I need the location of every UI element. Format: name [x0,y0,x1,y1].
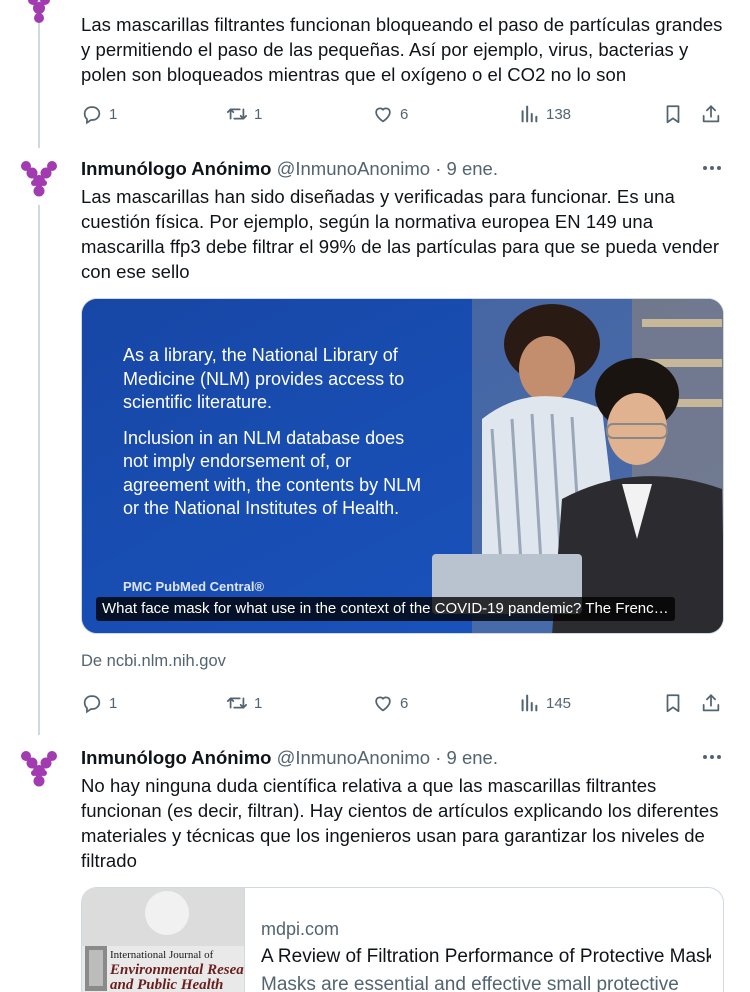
like-button[interactable]: 6 [372,689,408,717]
tweet-time[interactable]: · 9 ene. [435,747,498,768]
retweet-button[interactable]: 1 [226,689,262,717]
reply-count: 1 [109,694,118,712]
tweet-text: Las mascarillas filtrantes funcionan blo… [81,14,723,85]
bookmark-icon [666,694,680,713]
bookmark-button[interactable] [662,689,684,717]
link-card-caption: What face mask for what use in the conte… [96,597,675,621]
link-description: Masks are essential and effective small … [261,974,679,992]
journal-name: and Public Health [110,977,224,992]
author-handle[interactable]: @InmunoAnonimo [277,158,431,179]
card-image-text: As a library, the National Library of Me… [123,345,405,412]
tweet-header: Inmunólogo Anónimo @InmunoAnonimo · 9 en… [81,157,498,181]
link-domain: mdpi.com [261,919,340,939]
more-options-icon[interactable] [700,156,724,180]
views-count: 145 [546,694,572,712]
like-count: 6 [400,105,409,123]
tweet-time[interactable]: · 9 ene. [435,158,498,179]
tweet-actions: 1 1 6 138 [81,100,726,128]
tweet-actions: 1 1 6 145 [81,689,726,717]
link-source[interactable]: De ncbi.nlm.nih.gov [81,652,226,671]
avatar[interactable] [16,745,62,791]
link-card-thumbnail: International Journal of Environmental R… [82,888,245,992]
avatar[interactable] [16,0,62,28]
reply-button[interactable]: 1 [81,689,117,717]
author-name[interactable]: Inmunólogo Anónimo [81,747,271,768]
author-name[interactable]: Inmunólogo Anónimo [81,158,271,179]
avatar[interactable] [16,155,62,201]
heart-icon [375,696,391,712]
views-icon [521,694,538,712]
retweet-button[interactable]: 1 [226,100,262,128]
card-image-text: Inclusion in an NLM database does not im… [123,427,422,519]
share-icon [702,694,720,712]
views-button[interactable]: 138 [518,100,571,128]
views-count: 138 [546,105,572,123]
thread-line [38,205,40,735]
reply-icon [83,106,101,125]
retweet-count: 1 [254,694,263,712]
retweet-icon [226,697,248,709]
link-card-image[interactable]: As a library, the National Library of Me… [81,298,724,634]
retweet-count: 1 [254,105,263,123]
heart-icon [375,107,391,123]
reply-count: 1 [109,105,118,123]
bookmark-button[interactable] [662,100,684,128]
reply-button[interactable]: 1 [81,100,117,128]
journal-name: International Journal of [110,949,214,961]
reply-icon [83,695,101,714]
more-options-icon[interactable] [700,745,724,769]
share-icon [702,105,720,123]
share-button[interactable] [700,100,722,128]
tweet-text: Las mascarillas han sido diseñadas y ver… [81,186,720,282]
like-count: 6 [400,694,409,712]
link-title: A Review of Filtration Performance of Pr… [261,946,711,967]
bookmark-icon [666,105,680,124]
link-card[interactable]: International Journal of Environmental R… [81,887,724,992]
author-handle[interactable]: @InmunoAnonimo [277,747,431,768]
pmc-logo: PMC PubMed Central® [123,579,265,594]
views-icon [521,105,538,123]
retweet-icon [226,108,248,120]
views-button[interactable]: 145 [518,689,571,717]
tweet-header: Inmunólogo Anónimo @InmunoAnonimo · 9 en… [81,746,498,770]
like-button[interactable]: 6 [372,100,408,128]
share-button[interactable] [700,689,722,717]
tweet-text: No hay ninguna duda científica relativa … [81,775,719,871]
journal-name: Environmental Resea [110,962,244,978]
